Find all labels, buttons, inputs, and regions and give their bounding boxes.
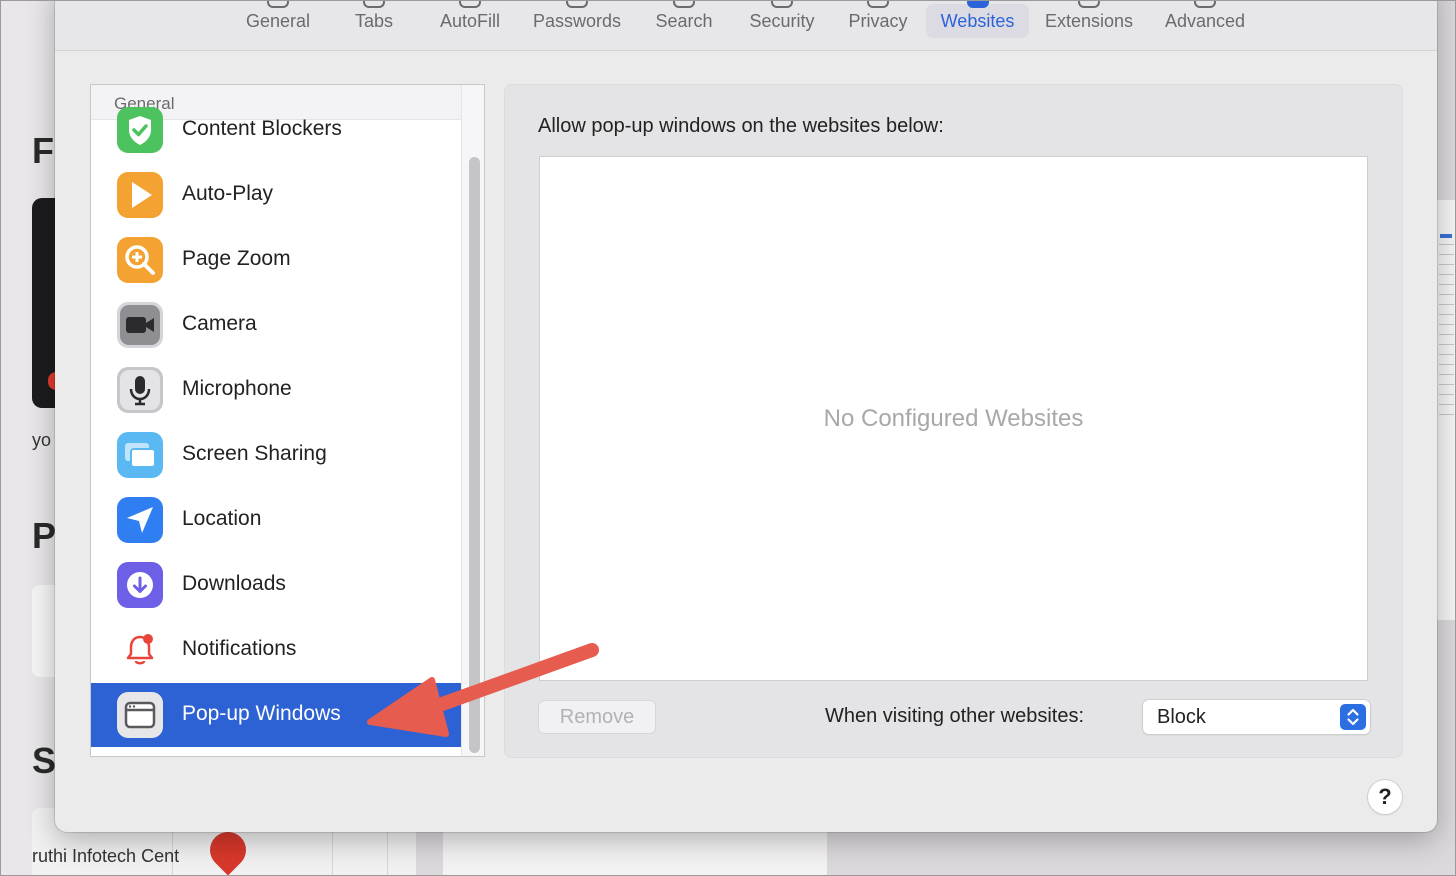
sidebar-item-label: Location bbox=[182, 507, 262, 530]
tab-label: Passwords bbox=[532, 11, 622, 31]
sidebar-item-microphone[interactable]: Microphone bbox=[91, 358, 461, 422]
background-map-label: ruthi Infotech Cent bbox=[32, 846, 180, 866]
help-button[interactable]: ? bbox=[1368, 780, 1402, 814]
preferences-toolbar: General Tabs AutoFill Passwords Search S… bbox=[55, 0, 1437, 51]
sidebar-item-camera[interactable]: Camera bbox=[91, 293, 461, 357]
sidebar-item-notifications[interactable]: Notifications bbox=[91, 618, 461, 682]
tab-search[interactable]: Search bbox=[643, 0, 725, 38]
tab-passwords[interactable]: Passwords bbox=[523, 0, 631, 38]
tab-label: Websites bbox=[940, 11, 1015, 31]
sidebar-item-label: Notifications bbox=[182, 637, 297, 660]
configured-websites-list[interactable]: No Configured Websites bbox=[539, 156, 1368, 681]
sidebar-scrollbar[interactable] bbox=[461, 85, 484, 756]
sidebar-item-label: Page Zoom bbox=[182, 247, 291, 270]
background-panel bbox=[443, 830, 827, 876]
tab-label: AutoFill bbox=[439, 11, 501, 31]
tab-label: Advanced bbox=[1164, 11, 1246, 31]
tab-privacy[interactable]: Privacy bbox=[839, 0, 917, 38]
popup-settings-pane: Allow pop-up windows on the websites bel… bbox=[504, 84, 1403, 758]
location-arrow-icon bbox=[117, 497, 163, 543]
gear-icon bbox=[267, 0, 289, 8]
tab-label: Tabs bbox=[354, 11, 394, 31]
sidebar-item-label: Pop-up Windows bbox=[182, 702, 341, 725]
sidebar-item-label: Camera bbox=[182, 312, 257, 335]
sidebar-item-page-zoom[interactable]: Page Zoom bbox=[91, 228, 461, 292]
camera-icon bbox=[117, 302, 163, 348]
tab-label: Privacy bbox=[848, 11, 908, 31]
tab-autofill[interactable]: AutoFill bbox=[425, 0, 515, 38]
bell-icon bbox=[117, 627, 163, 673]
tab-extensions[interactable]: Extensions bbox=[1037, 0, 1141, 38]
tabs-icon bbox=[363, 0, 385, 8]
website-settings-sidebar: General Content Blockers Auto-Play Page … bbox=[90, 84, 485, 757]
map-pin-icon bbox=[202, 824, 254, 876]
sidebar-item-pop-up-windows[interactable]: Pop-up Windows bbox=[91, 683, 461, 747]
sidebar-item-auto-play[interactable]: Auto-Play bbox=[91, 163, 461, 227]
puzzle-icon bbox=[1078, 0, 1100, 8]
tab-general[interactable]: General bbox=[233, 0, 323, 38]
tab-label: Extensions bbox=[1044, 11, 1134, 31]
other-websites-select[interactable]: Block bbox=[1143, 700, 1370, 734]
gears-icon bbox=[1194, 0, 1216, 8]
globe-icon bbox=[966, 0, 989, 8]
sidebar-item-label: Auto-Play bbox=[182, 182, 274, 205]
sidebar-item-label: Microphone bbox=[182, 377, 292, 400]
tab-label: Search bbox=[655, 11, 713, 31]
remove-button[interactable]: Remove bbox=[538, 700, 656, 734]
sidebar-item-label: Downloads bbox=[182, 572, 286, 595]
magnifier-icon bbox=[673, 0, 695, 8]
lock-icon bbox=[771, 0, 793, 8]
tab-label: Security bbox=[749, 11, 815, 31]
select-value: Block bbox=[1157, 706, 1206, 728]
microphone-icon bbox=[117, 367, 163, 413]
background-heading-letter: P bbox=[32, 515, 57, 556]
background-heading-letter: S bbox=[32, 740, 57, 781]
key-icon bbox=[566, 0, 588, 8]
background-heading-letter: F bbox=[32, 130, 54, 171]
sidebar-item-screen-sharing[interactable]: Screen Sharing bbox=[91, 423, 461, 487]
sidebar-item-label: Content Blockers bbox=[182, 117, 342, 140]
preferences-window: General Tabs AutoFill Passwords Search S… bbox=[55, 0, 1437, 832]
screen-sharing-icon bbox=[117, 432, 163, 478]
tab-security[interactable]: Security bbox=[737, 0, 827, 38]
sidebar-item-location[interactable]: Location bbox=[91, 488, 461, 552]
background-caption: yo bbox=[32, 430, 52, 450]
play-icon bbox=[117, 172, 163, 218]
tab-advanced[interactable]: Advanced bbox=[1155, 0, 1255, 38]
tab-websites[interactable]: Websites bbox=[926, 0, 1029, 38]
popup-window-icon bbox=[117, 692, 163, 738]
chevron-up-down-icon bbox=[1340, 704, 1366, 730]
tab-tabs[interactable]: Tabs bbox=[337, 0, 411, 38]
sidebar-item-downloads[interactable]: Downloads bbox=[91, 553, 461, 617]
shield-check-icon bbox=[117, 107, 163, 153]
tab-label: General bbox=[245, 11, 311, 31]
scrollbar-thumb[interactable] bbox=[469, 157, 480, 753]
sidebar-item-label: Screen Sharing bbox=[182, 442, 327, 465]
zoom-in-icon bbox=[117, 237, 163, 283]
sidebar-item-content-blockers[interactable]: Content Blockers bbox=[91, 98, 461, 162]
download-icon bbox=[117, 562, 163, 608]
hand-icon bbox=[867, 0, 889, 8]
empty-list-message: No Configured Websites bbox=[823, 405, 1084, 432]
autofill-icon bbox=[459, 0, 481, 8]
pane-title: Allow pop-up windows on the websites bel… bbox=[538, 115, 944, 137]
other-websites-label: When visiting other websites: bbox=[825, 705, 1085, 727]
